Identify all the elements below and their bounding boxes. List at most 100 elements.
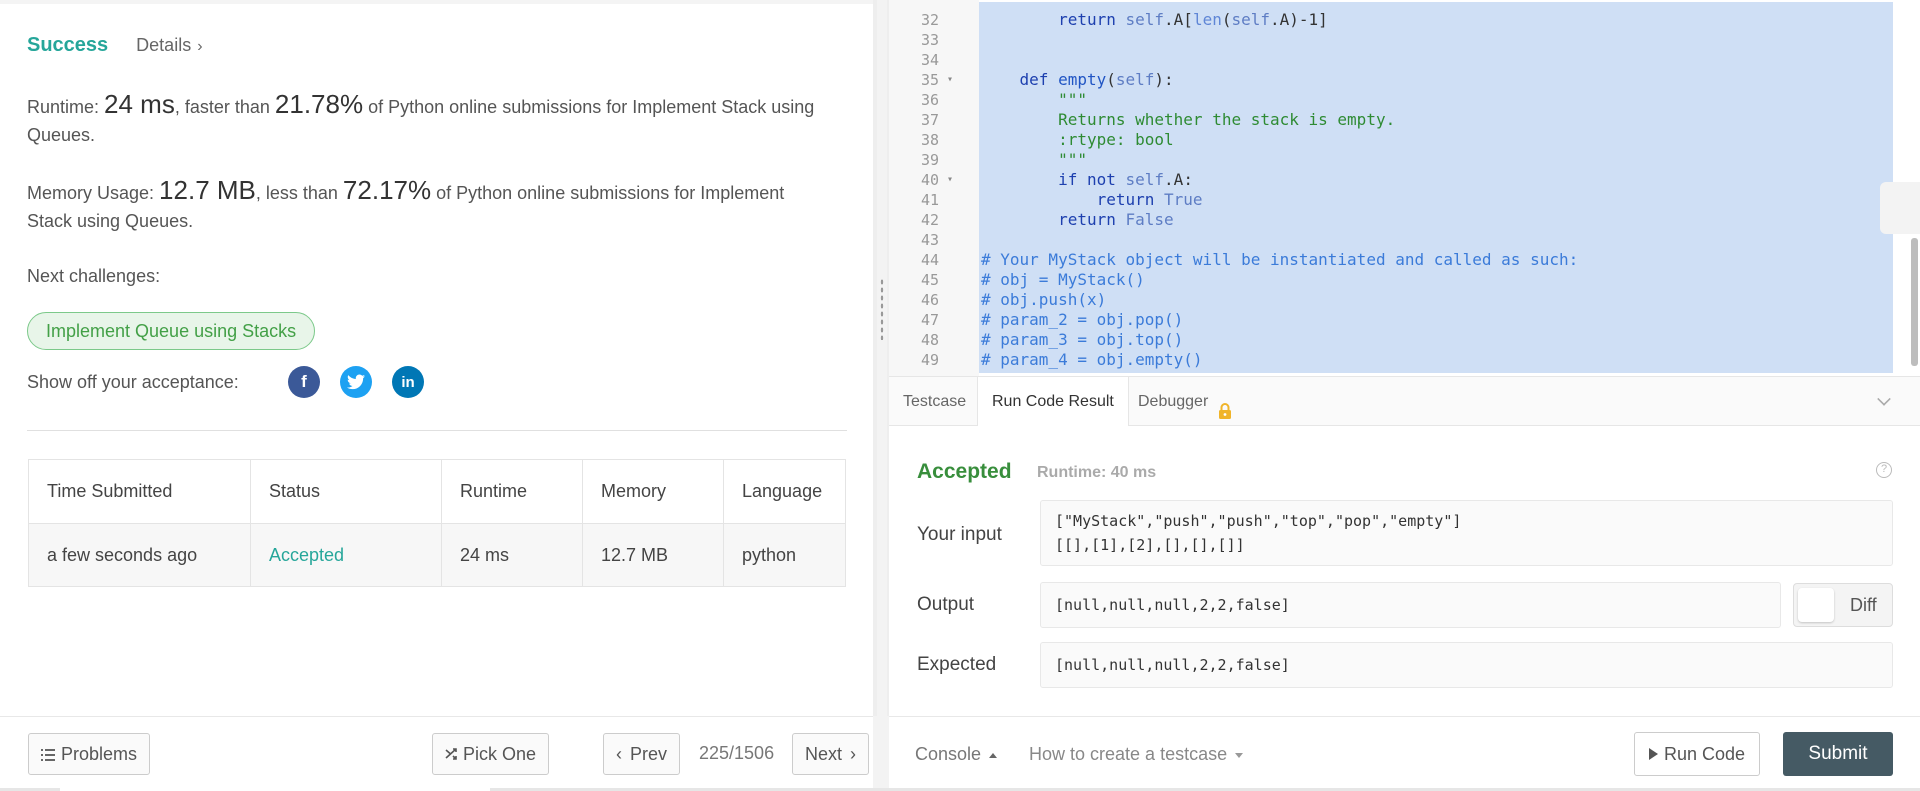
next-label[interactable]: Next (805, 744, 842, 764)
toggle-switch[interactable] (1798, 588, 1834, 622)
play-icon (1649, 748, 1658, 761)
line-number: 48 (920, 331, 939, 349)
header-memory: Memory (582, 459, 724, 524)
prev-label[interactable]: Prev (630, 744, 667, 764)
code-text[interactable]: # param_4 = obj.empty() (981, 350, 1203, 370)
diff-toggle[interactable]: Diff (1793, 583, 1893, 627)
diff-label[interactable]: Diff (1850, 595, 1877, 616)
code-line[interactable]: 34 (889, 50, 1889, 70)
code-token: """ (1058, 150, 1087, 169)
problems-button[interactable]: Problems (28, 733, 151, 775)
run-code-button[interactable]: Run Code (1634, 732, 1761, 776)
code-line[interactable]: 33 (889, 30, 1889, 50)
output-box: [null,null,null,2,2,false] (1040, 582, 1781, 628)
prev-button[interactable]: ‹ Prev (603, 733, 681, 775)
page-indicator: 225/1506 (699, 743, 775, 763)
next-challenge-link[interactable]: Implement Queue using Stacks (27, 312, 316, 350)
code-line[interactable]: 45 # obj = MyStack() (889, 270, 1889, 290)
problems-label[interactable]: Problems (61, 744, 137, 764)
pick-one-label[interactable]: Pick One (463, 744, 536, 764)
code-line[interactable]: 39 """ (889, 150, 1889, 170)
run-code-label[interactable]: Run Code (1664, 744, 1745, 764)
facebook-share-icon[interactable]: f (288, 366, 320, 398)
chevron-down-icon[interactable] (1877, 392, 1891, 406)
code-line[interactable]: 42 return False (889, 210, 1889, 230)
code-line[interactable]: 47 # param_2 = obj.pop() (889, 310, 1889, 330)
tab-run-code-result[interactable]: Run Code Result (977, 377, 1129, 427)
fold-toggle-icon[interactable]: ▾ (947, 70, 953, 90)
code-text[interactable]: # Your MyStack object will be instantiat… (981, 250, 1578, 270)
tab-testcase[interactable]: Testcase (889, 377, 980, 426)
twitter-share-icon[interactable]: t (340, 366, 372, 398)
details-label[interactable]: Details (136, 35, 191, 55)
chevron-right-icon[interactable]: › (197, 38, 202, 55)
drag-handle-icon[interactable] (880, 278, 884, 340)
run-result-panel: Accepted Runtime: 40 ms ? Your input ["M… (889, 426, 1920, 716)
code-text[interactable]: def empty(self): (981, 70, 1174, 90)
how-to-label[interactable]: How to create a testcase (1029, 744, 1227, 764)
line-number: 47 (920, 311, 939, 329)
help-icon[interactable]: ? (1876, 462, 1892, 478)
code-editor[interactable]: 32 return self.A[len(self.A)-1] 33 34 35 ▾ d… (889, 0, 1920, 376)
code-line[interactable]: 48 # param_3 = obj.top() (889, 330, 1889, 350)
code-text[interactable]: # obj = MyStack() (981, 270, 1145, 290)
line-number: 38 (920, 131, 939, 149)
code-line[interactable]: 46 # obj.push(x) (889, 290, 1889, 310)
code-text[interactable]: """ (981, 90, 1087, 110)
cell-memory: 12.7 MB (582, 523, 724, 587)
lock-icon (1216, 391, 1234, 419)
code-text[interactable]: return True (981, 190, 1203, 210)
code-text[interactable]: return False (981, 210, 1174, 230)
success-status: Success (27, 34, 109, 56)
code-text[interactable]: # obj.push(x) (981, 290, 1106, 310)
side-panel-toggle[interactable] (1880, 182, 1920, 234)
caret-up-icon (989, 752, 998, 758)
input-line-2: [[],[1],[2],[],[],[]] (1055, 536, 1245, 554)
details-link[interactable]: Details › (136, 35, 202, 56)
code-line[interactable]: 49 # param_4 = obj.empty() (889, 350, 1889, 370)
submit-button[interactable]: Submit (1783, 732, 1893, 776)
code-text[interactable]: Returns whether the stack is empty. (981, 110, 1395, 130)
code-line[interactable]: 40 ▾ if not self.A: (889, 170, 1889, 190)
code-line[interactable]: 32 return self.A[len(self.A)-1] (889, 10, 1889, 30)
header-language: Language (723, 459, 846, 524)
console-button[interactable]: Console (915, 744, 998, 765)
your-input-label: Your input (917, 524, 1002, 545)
tab-debugger[interactable]: Debugger (1124, 377, 1248, 426)
code-line[interactable]: 44 # Your MyStack object will be instanti… (889, 250, 1889, 270)
next-button[interactable]: Next › (792, 733, 870, 775)
code-text[interactable]: :rtype: bool (981, 130, 1174, 150)
code-text[interactable]: # param_3 = obj.top() (981, 330, 1183, 350)
fold-toggle-icon[interactable]: ▾ (947, 170, 953, 190)
editor-scrollbar[interactable] (1911, 238, 1918, 366)
code-text[interactable]: # param_2 = obj.pop() (981, 310, 1183, 330)
cell-status-link[interactable]: Accepted (250, 523, 442, 587)
code-line[interactable]: 38 :rtype: bool (889, 130, 1889, 150)
status-row: Success Details › (27, 34, 203, 57)
code-token: self (1231, 10, 1271, 29)
header-runtime: Runtime (441, 459, 583, 524)
submissions-table: Time Submitted Status Runtime Memory Lan… (28, 459, 846, 587)
header-status: Status (250, 459, 442, 524)
linkedin-share-icon[interactable]: in (392, 366, 424, 398)
code-line[interactable]: 43 (889, 230, 1889, 250)
code-text[interactable]: if not self.A: (981, 170, 1193, 190)
code-line[interactable]: 41 return True (889, 190, 1889, 210)
console-label[interactable]: Console (915, 744, 981, 764)
pick-one-button[interactable]: Pick One (432, 733, 550, 775)
how-to-testcase-link[interactable]: How to create a testcase (1029, 744, 1244, 765)
code-line[interactable]: 36 """ (889, 90, 1889, 110)
code-line[interactable]: 35 ▾ def empty(self): (889, 70, 1889, 90)
expected-box: [null,null,null,2,2,false] (1040, 642, 1893, 688)
memory-summary: Memory Usage: 12.7 MB, less than 72.17% … (27, 176, 827, 235)
code-text[interactable]: """ (981, 150, 1087, 170)
code-text[interactable]: return self.A[len(self.A)-1] (981, 10, 1328, 30)
panel-splitter[interactable] (877, 0, 887, 716)
code-line[interactable]: 37 Returns whether the stack is empty. (889, 110, 1889, 130)
runtime-value: 24 ms (104, 89, 175, 119)
debugger-label[interactable]: Debugger (1138, 393, 1208, 410)
